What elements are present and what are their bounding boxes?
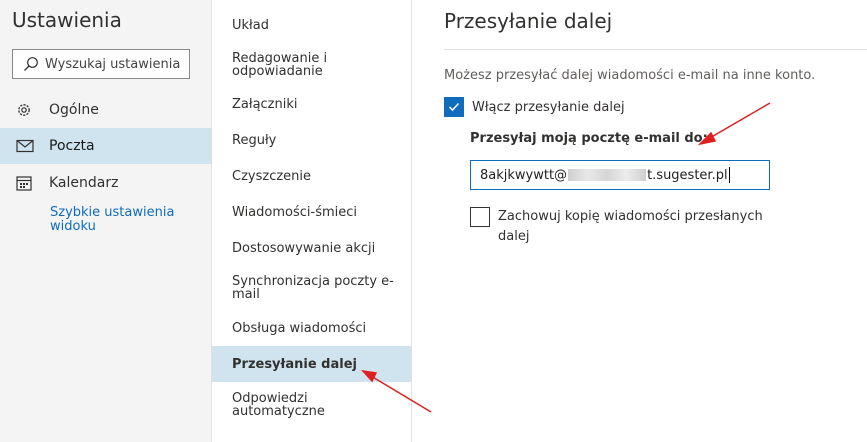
forwarding-settings-panel: Przesyłanie dalej Możesz przesyłać dalej…: [412, 0, 867, 442]
page-title: Przesyłanie dalej: [444, 9, 613, 33]
calendar-icon: [16, 175, 34, 191]
search-settings-input[interactable]: Wyszukaj ustawienia: [12, 49, 190, 79]
forward-email-field[interactable]: 8akjkwywtt@ t.sugester.pl: [470, 160, 770, 190]
category-layout[interactable]: Układ: [212, 14, 411, 36]
enable-forwarding-row: Włącz przesyłanie dalej: [444, 97, 625, 117]
gear-icon: [16, 102, 34, 118]
email-value-end: t.sugester.pl: [647, 167, 728, 183]
enable-forwarding-checkbox[interactable]: [444, 97, 464, 117]
enable-forwarding-label: Włącz przesyłanie dalej: [472, 99, 625, 115]
nav-item-label: Ogólne: [49, 102, 99, 118]
search-icon: [24, 57, 38, 71]
forwarding-description: Możesz przesyłać dalej wiadomości e-mail…: [444, 68, 816, 83]
settings-title: Ustawienia: [12, 8, 122, 32]
category-junk-email[interactable]: Wiadomości-śmieci: [212, 201, 411, 223]
nav-item-calendar[interactable]: Kalendarz: [0, 165, 211, 201]
nav-item-general[interactable]: Ogólne: [0, 92, 211, 128]
forward-to-label: Przesyłaj moją pocztę e-mail do:: [470, 131, 708, 146]
quick-settings-link[interactable]: Szybkie ustawienia widoku: [50, 206, 200, 234]
category-sync-email[interactable]: Synchronizacja poczty e-mail: [212, 273, 411, 303]
category-compose-reply[interactable]: Redagowanie i odpowiadanie: [212, 50, 411, 80]
keep-copy-label: Zachowuj kopię wiadomości przesłanych da…: [498, 209, 763, 244]
checkmark-icon: [448, 102, 460, 112]
category-attachments[interactable]: Załączniki: [212, 93, 411, 115]
email-value-start: 8akjkwywtt@: [480, 167, 568, 183]
category-sweep[interactable]: Czyszczenie: [212, 165, 411, 187]
category-message-handling[interactable]: Obsługa wiadomości: [212, 317, 411, 339]
nav-item-label: Kalendarz: [49, 175, 119, 191]
nav-item-label: Poczta: [49, 138, 95, 154]
keep-copy-row: Zachowuj kopię wiadomości przesłanych da…: [470, 207, 768, 247]
mail-icon: [16, 139, 34, 153]
category-automatic-replies[interactable]: Odpowiedzi automatyczne: [212, 389, 411, 421]
category-customize-actions[interactable]: Dostosowywanie akcji: [212, 237, 411, 259]
category-rules[interactable]: Reguły: [212, 129, 411, 151]
text-caret: [728, 167, 730, 183]
redacted-block: [568, 169, 647, 181]
settings-nav-panel: Ustawienia Wyszukaj ustawienia Ogólne Po…: [0, 0, 212, 442]
search-placeholder: Wyszukaj ustawienia: [45, 56, 181, 72]
keep-copy-checkbox[interactable]: [470, 207, 490, 227]
mail-settings-categories: Układ Redagowanie i odpowiadanie Załączn…: [212, 0, 412, 442]
divider: [444, 49, 867, 50]
nav-item-mail[interactable]: Poczta: [0, 128, 211, 164]
category-forwarding[interactable]: Przesyłanie dalej: [212, 346, 411, 382]
